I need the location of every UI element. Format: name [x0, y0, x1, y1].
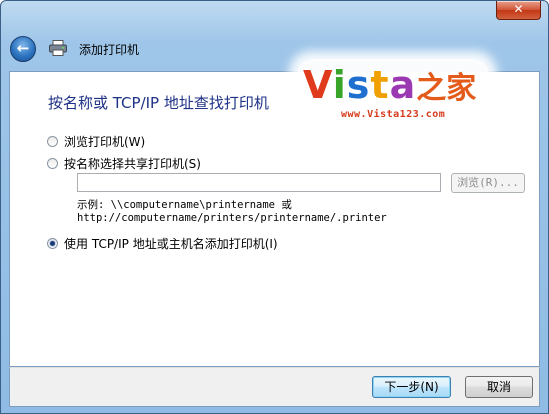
radio-label: 按名称选择共享打印机(S) [64, 157, 201, 171]
logo-letter: i [332, 63, 347, 107]
shared-printer-name-input[interactable] [77, 173, 441, 192]
back-arrow-icon: ← [16, 39, 30, 57]
vista-watermark-logo: Vista之家 www.Vista123.com [297, 59, 489, 123]
page-heading: 按名称或 TCP/IP 地址查找打印机 [48, 94, 269, 112]
cancel-button[interactable]: 取消 [465, 376, 533, 398]
example-line-2: http://computername/printers/printername… [77, 212, 387, 224]
logo-cn-text: 之家 [416, 71, 477, 106]
radio-browse-printer[interactable]: 浏览打印机(W) [47, 133, 145, 150]
wizard-footer: 下一步(N) 取消 [9, 367, 540, 407]
logo-letter: a [389, 63, 417, 107]
close-button[interactable]: ✕ [496, 1, 541, 20]
add-printer-window: ✕ ← 添加打印机 按名称或 TCP/IP 地址查找打印机 浏览打印机(W) 按… [0, 0, 549, 414]
radio-select-shared-printer[interactable]: 按名称选择共享打印机(S) [47, 155, 201, 172]
logo-letter: s [346, 63, 371, 107]
printer-icon [49, 40, 67, 56]
window-title: 添加打印机 [79, 43, 140, 57]
logo-wordmark: Vista之家 [303, 63, 476, 111]
logo-letter: t [370, 63, 390, 107]
radio-circle[interactable] [47, 136, 58, 147]
radio-circle-selected[interactable] [47, 238, 58, 249]
close-icon: ✕ [513, 2, 524, 16]
browse-button[interactable]: 浏览(R)... [451, 173, 525, 193]
back-button[interactable]: ← [10, 36, 36, 62]
radio-add-by-tcpip[interactable]: 使用 TCP/IP 地址或主机名添加打印机(I) [47, 235, 278, 252]
next-button[interactable]: 下一步(N) [372, 376, 451, 398]
radio-label: 浏览打印机(W) [64, 135, 146, 149]
example-line-1: 示例: \\computername\printername 或 [77, 199, 292, 211]
logo-url: www.Vista123.com [341, 109, 446, 120]
radio-circle[interactable] [47, 158, 58, 169]
radio-label: 使用 TCP/IP 地址或主机名添加打印机(I) [64, 237, 278, 251]
logo-letter: V [303, 63, 333, 107]
radio-dot [50, 241, 55, 246]
example-text: 示例: \\computername\printername 或 http://… [77, 199, 387, 225]
